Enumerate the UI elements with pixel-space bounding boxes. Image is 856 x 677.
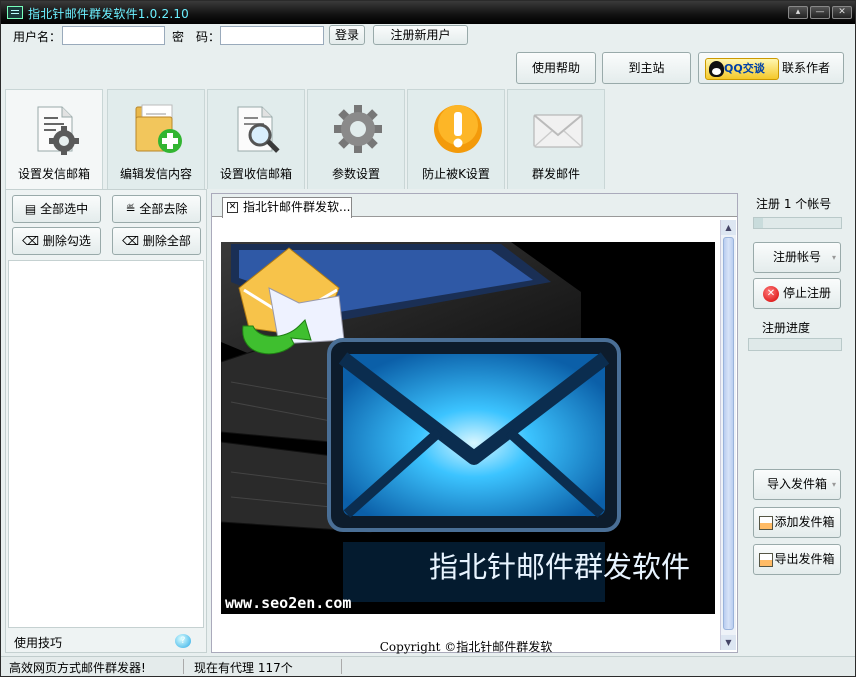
proxy-count: 现在有代理 117个 bbox=[194, 661, 293, 675]
delete-checked-button[interactable]: ⌫ 删除勾选 bbox=[12, 227, 101, 255]
tool-label: 设置收信邮箱 bbox=[219, 167, 292, 181]
tool-parameters[interactable]: 参数设置 bbox=[307, 89, 405, 189]
gear-icon bbox=[334, 105, 382, 153]
app-icon[interactable] bbox=[7, 6, 23, 19]
remove-all-icon: ≝ bbox=[125, 202, 140, 216]
chevron-down-icon: ▾ bbox=[831, 480, 836, 489]
login-bar: 用户名： 密 码： 登录 注册新用户 bbox=[1, 24, 855, 48]
qq-chat-badge[interactable]: QQ交谈 bbox=[705, 57, 779, 80]
stop-icon: ✕ bbox=[762, 285, 779, 302]
qq-penguin-icon bbox=[709, 60, 724, 77]
warning-icon bbox=[434, 105, 482, 153]
close-button[interactable]: ✕ bbox=[832, 6, 852, 19]
envelope-icon bbox=[533, 114, 583, 148]
password-input[interactable] bbox=[220, 26, 324, 45]
password-label: 密 码： bbox=[172, 30, 221, 44]
status-divider bbox=[183, 659, 184, 674]
export-box-icon bbox=[759, 552, 774, 567]
minimize-button[interactable]: — bbox=[810, 6, 830, 19]
scroll-thumb[interactable] bbox=[723, 237, 734, 630]
tab-close-icon[interactable]: ✕ bbox=[227, 202, 238, 213]
register-account-button[interactable]: 注册帐号 ▾ bbox=[753, 242, 841, 273]
status-divider bbox=[341, 659, 342, 674]
status-message: 高效网页方式邮件群发器! bbox=[9, 661, 146, 675]
sender-list-panel: ▤ 全部选中 ≝ 全部去除 ⌫ 删除勾选 ⌫ 删除全部 使用技巧 ? bbox=[5, 189, 207, 653]
title-bar[interactable]: 指北针邮件群发软件1.0.2.10 ▴ — ✕ bbox=[1, 1, 855, 24]
tab-strip: ✕ 指北针邮件群发软... bbox=[212, 194, 737, 218]
tool-label: 编辑发信内容 bbox=[119, 167, 192, 181]
help-button[interactable]: 使用帮助 bbox=[516, 52, 596, 84]
tool-recipient-mailbox[interactable]: 设置收信邮箱 bbox=[207, 89, 305, 189]
login-button[interactable]: 登录 bbox=[329, 25, 365, 45]
select-all-icon: ▤ bbox=[24, 202, 41, 216]
add-box-icon bbox=[759, 515, 774, 530]
banner-title: 指北针邮件群发软件 bbox=[429, 550, 690, 584]
contact-author-button[interactable]: QQ交谈 联系作者 bbox=[698, 52, 844, 84]
tool-sender-mailbox[interactable]: 设置发信邮箱 bbox=[5, 89, 103, 190]
restore-button[interactable]: ▴ bbox=[788, 6, 808, 19]
tool-label: 参数设置 bbox=[331, 167, 380, 181]
tab-main[interactable]: ✕ 指北针邮件群发软... bbox=[222, 197, 352, 218]
tool-anti-block[interactable]: 防止被K设置 bbox=[407, 89, 505, 189]
main-window: 指北针邮件群发软件1.0.2.10 ▴ — ✕ 用户名： 密 码： 登录 注册新… bbox=[0, 0, 856, 677]
register-progress-label: 注册进度 bbox=[762, 321, 811, 335]
tab-label: 指北针邮件群发软... bbox=[243, 200, 351, 214]
register-user-button[interactable]: 注册新用户 bbox=[373, 25, 468, 45]
banner-url: www.seo2en.com bbox=[225, 594, 351, 612]
document-gear-icon bbox=[37, 106, 79, 155]
contact-author-label: 联系作者 bbox=[782, 61, 831, 75]
browser-panel: ✕ 指北针邮件群发软... 指北针邮件群发软件 www.seo2en.com C… bbox=[211, 193, 738, 654]
tips-label[interactable]: 使用技巧 bbox=[14, 634, 62, 651]
eraser-icon: ⌫ bbox=[122, 234, 143, 248]
tool-edit-content[interactable]: 编辑发信内容 bbox=[107, 89, 205, 189]
register-progress-bar bbox=[748, 338, 842, 351]
vertical-scrollbar[interactable]: ▲ ▼ bbox=[720, 220, 736, 650]
tool-send-mail[interactable]: 群发邮件 bbox=[507, 89, 605, 189]
document-search-icon bbox=[237, 106, 280, 153]
delete-all-button[interactable]: ⌫ 删除全部 bbox=[112, 227, 201, 255]
copyright-text: Copyright ©指北针邮件群发软 bbox=[379, 640, 553, 654]
register-count-slider[interactable] bbox=[753, 217, 842, 229]
export-sender-button[interactable]: 导出发件箱 bbox=[753, 544, 841, 575]
window-title: 指北针邮件群发软件1.0.2.10 bbox=[28, 7, 190, 21]
remove-all-button[interactable]: ≝ 全部去除 bbox=[112, 195, 201, 223]
add-sender-button[interactable]: 添加发件箱 bbox=[753, 507, 841, 538]
qq-badge-label: QQ交谈 bbox=[724, 61, 765, 75]
scroll-up-icon[interactable]: ▲ bbox=[721, 220, 736, 235]
scroll-down-icon[interactable]: ▼ bbox=[721, 635, 736, 650]
chevron-down-icon: ▾ bbox=[831, 253, 836, 262]
tool-label: 设置发信邮箱 bbox=[17, 167, 90, 181]
register-panel: 注册 1 个帐号 注册帐号 ▾ ✕ 停止注册 注册进度 导入发件箱 ▾ 添加发件箱 导… bbox=[741, 189, 853, 653]
status-bar: 高效网页方式邮件群发器! 现在有代理 117个 bbox=[1, 656, 855, 676]
banner-image: 指北针邮件群发软件 www.seo2en.com bbox=[221, 242, 715, 614]
stop-register-button[interactable]: ✕ 停止注册 bbox=[753, 278, 841, 309]
tool-label: 群发邮件 bbox=[531, 167, 580, 181]
register-count-label: 注册 1 个帐号 bbox=[756, 197, 832, 211]
tool-label: 防止被K设置 bbox=[422, 167, 490, 181]
main-site-button[interactable]: 到主站 bbox=[602, 52, 691, 84]
import-sender-button[interactable]: 导入发件箱 ▾ bbox=[753, 469, 841, 500]
username-label: 用户名： bbox=[13, 30, 62, 44]
sender-list[interactable] bbox=[8, 260, 204, 628]
folder-add-icon bbox=[135, 104, 182, 153]
banner-graphic: 指北针邮件群发软件 www.seo2en.com bbox=[221, 242, 715, 614]
help-bubble-icon[interactable]: ? bbox=[175, 634, 191, 648]
select-all-button[interactable]: ▤ 全部选中 bbox=[12, 195, 101, 223]
eraser-icon: ⌫ bbox=[22, 234, 43, 248]
register-count-fill bbox=[754, 218, 763, 228]
username-input[interactable] bbox=[62, 26, 165, 45]
